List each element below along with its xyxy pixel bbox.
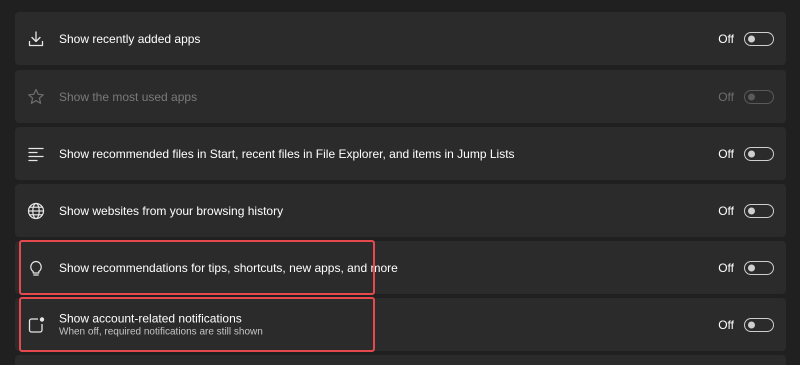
setting-label: Show the most used apps [59,89,198,104]
setting-label: Show websites from your browsing history [59,203,284,218]
toggle-switch[interactable] [744,317,774,332]
setting-row-most-used-apps: Show the most used apps Off [15,70,786,123]
toggle-switch [744,89,774,104]
toggle-switch[interactable] [744,146,774,161]
toggle-switch[interactable] [744,31,774,46]
setting-row-browsing-history[interactable]: Show websites from your browsing history… [15,184,786,237]
setting-row-partial [15,355,786,365]
toggle-state-label: Off [718,260,734,275]
globe-icon [26,201,46,221]
toggle-knob [748,207,755,214]
start-settings-page: Show recently added apps Off Show the mo… [0,0,800,365]
toggle-knob [748,321,755,328]
setting-sublabel: When off, required notifications are sti… [59,326,263,337]
toggle-state-label: Off [718,146,734,161]
setting-label: Show account-related notifications [59,311,242,325]
toggle-switch[interactable] [744,260,774,275]
toggle-knob [748,35,755,42]
toggle-knob [748,93,755,100]
toggle-switch[interactable] [744,203,774,218]
setting-row-recommendations-tips[interactable]: Show recommendations for tips, shortcuts… [15,241,786,294]
setting-row-recommended-files[interactable]: Show recommended files in Start, recent … [15,127,786,180]
star-icon [26,87,46,107]
setting-label: Show recently added apps [59,31,201,46]
toggle-state-label: Off [718,31,734,46]
setting-label: Show recommendations for tips, shortcuts… [59,260,398,275]
list-icon [26,144,46,164]
lightbulb-icon [26,258,46,278]
toggle-knob [748,150,755,157]
toggle-state-label: Off [718,203,734,218]
download-icon [26,29,46,49]
notification-badge-icon [26,315,46,335]
setting-row-account-notifications[interactable]: Show account-related notifications When … [15,298,786,351]
toggle-knob [748,264,755,271]
setting-label: Show recommended files in Start, recent … [59,146,515,161]
setting-label-group: Show account-related notifications When … [59,311,263,338]
toggle-state-label: Off [718,89,734,104]
toggle-state-label: Off [718,317,734,332]
setting-row-recently-added-apps[interactable]: Show recently added apps Off [15,12,786,65]
